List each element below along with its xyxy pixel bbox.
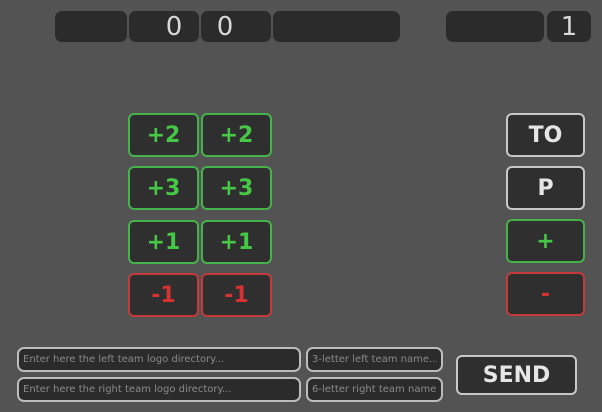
period-button[interactable]: P (506, 166, 585, 210)
timeout-button[interactable]: TO (506, 113, 585, 157)
left-score: 0 (129, 11, 199, 42)
right-plus-1-button[interactable]: +1 (201, 220, 272, 264)
period-label-panel (446, 11, 544, 42)
right-team-name-input[interactable] (306, 377, 443, 402)
left-logo-directory-input[interactable] (17, 347, 301, 372)
right-score: 0 (201, 11, 271, 42)
left-team-name-input[interactable] (306, 347, 443, 372)
left-plus-1-button[interactable]: +1 (128, 220, 199, 264)
period-minus-button[interactable]: - (506, 272, 585, 316)
send-button[interactable]: SEND (456, 355, 577, 395)
left-minus-1-button[interactable]: -1 (128, 273, 199, 317)
period-plus-button[interactable]: + (506, 219, 585, 263)
right-plus-3-button[interactable]: +3 (201, 166, 272, 210)
right-minus-1-button[interactable]: -1 (201, 273, 272, 317)
right-plus-2-button[interactable]: +2 (201, 113, 272, 157)
period-number: 1 (547, 11, 591, 42)
right-logo-directory-input[interactable] (17, 377, 301, 402)
right-team-panel (273, 11, 400, 42)
left-plus-3-button[interactable]: +3 (128, 166, 199, 210)
left-team-panel (55, 11, 127, 42)
left-plus-2-button[interactable]: +2 (128, 113, 199, 157)
